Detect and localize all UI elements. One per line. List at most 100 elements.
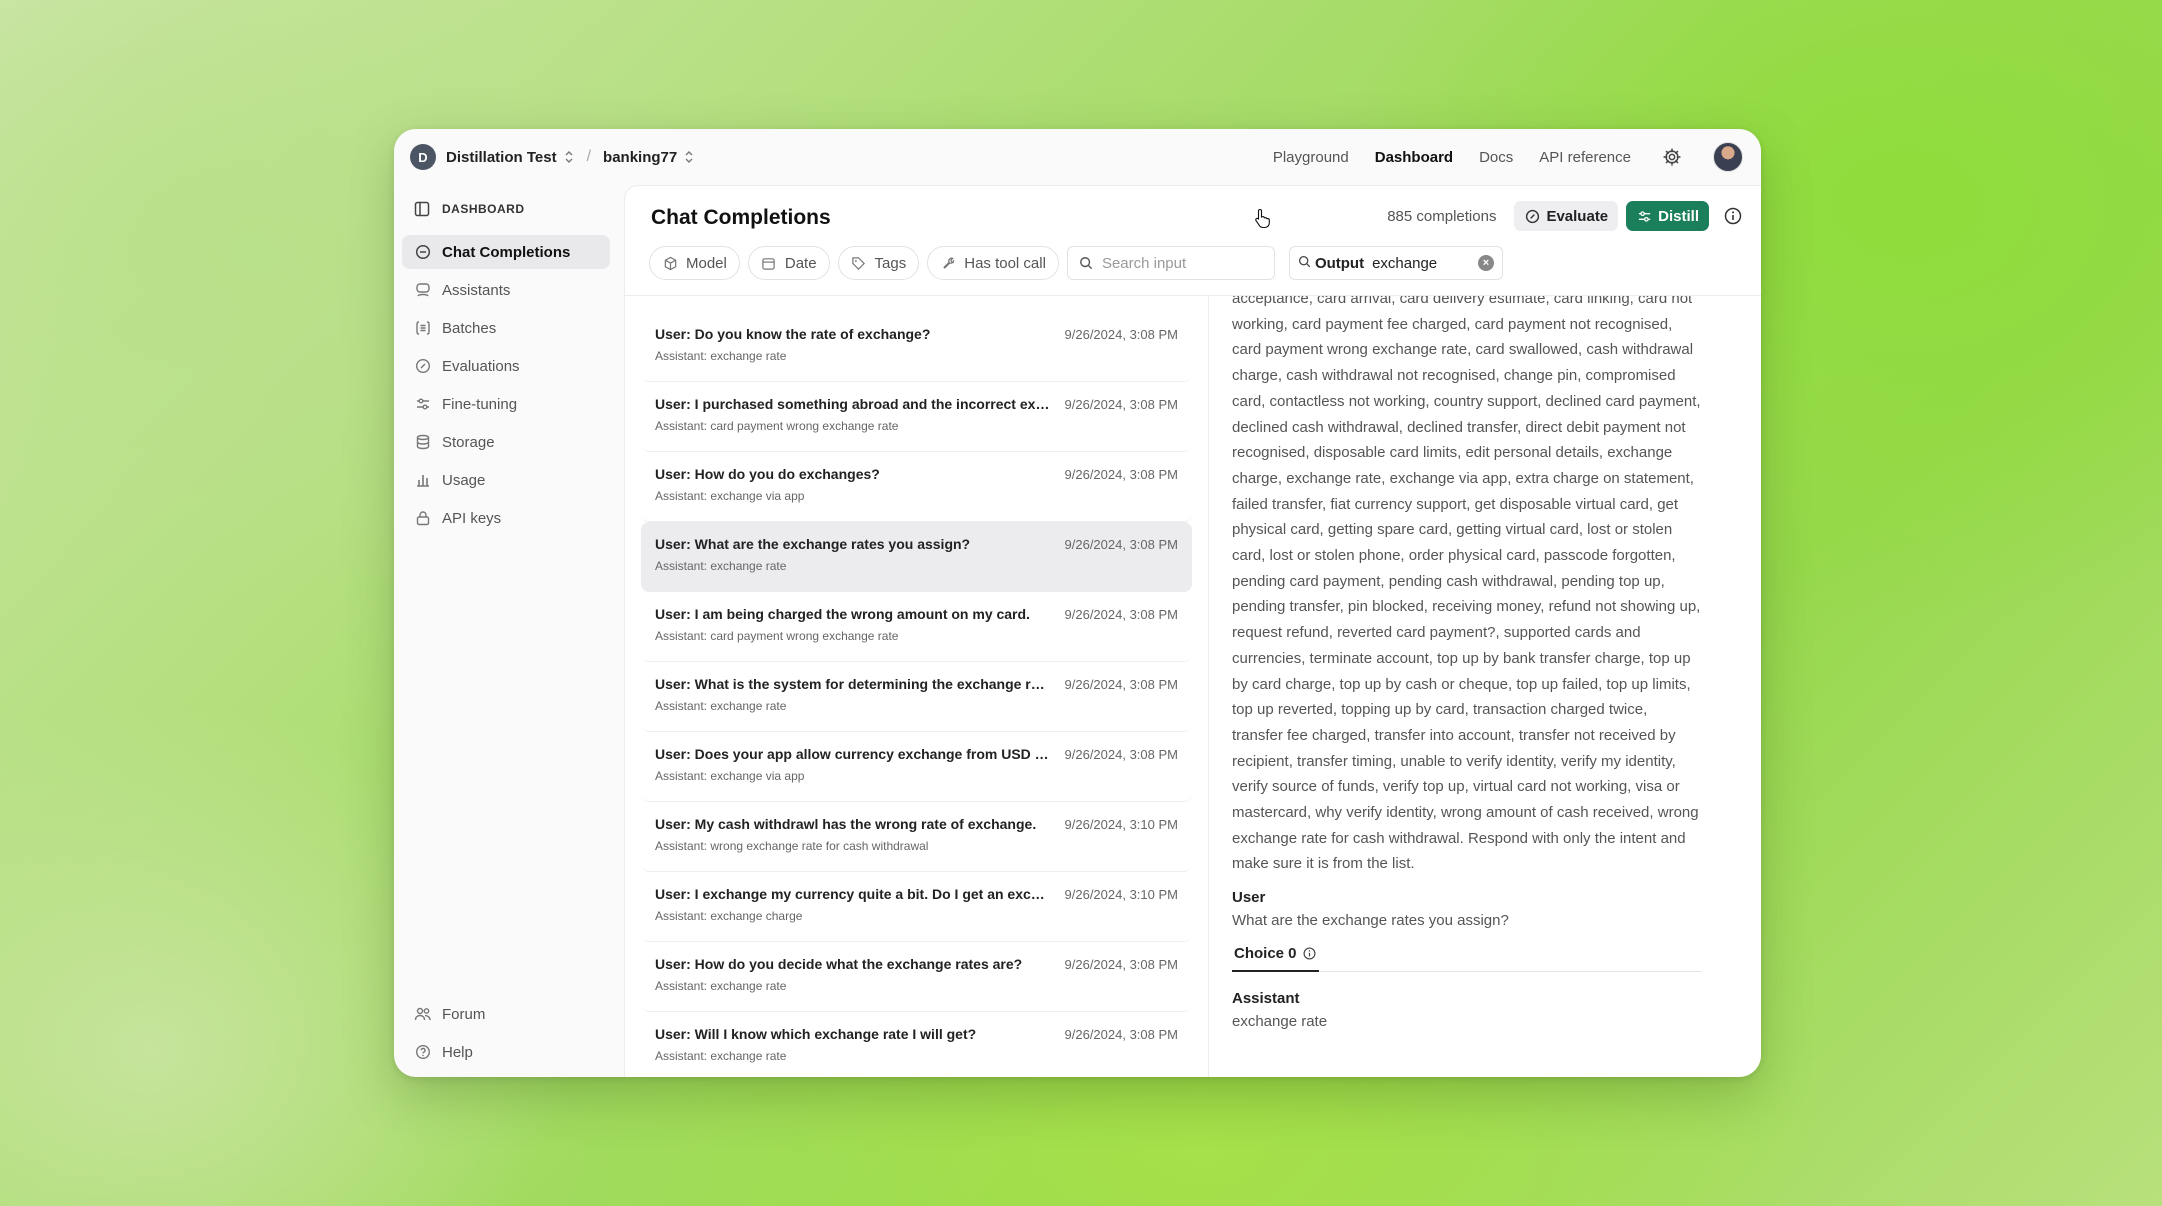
tags-filter-label: Tags [874, 254, 907, 272]
list-item[interactable]: User: How do you decide what the exchang… [641, 942, 1192, 1012]
list-item[interactable]: User: My cash withdrawl has the wrong ra… [641, 802, 1192, 872]
list-item[interactable]: User: Does your app allow currency excha… [641, 732, 1192, 802]
tab-choice-0[interactable]: Choice 0 [1232, 945, 1319, 973]
completion-detail: acceptance, card arrival, card delivery … [1232, 296, 1702, 1077]
assistant-message-preview: Assistant: exchange charge [655, 909, 803, 923]
list-item[interactable]: User: What is the system for determining… [641, 662, 1192, 732]
panel-divider [1208, 296, 1209, 1077]
sidebar-item-batches[interactable]: Batches [402, 311, 610, 345]
choice-tab-label: Choice 0 [1234, 945, 1297, 963]
timestamp: 9/26/2024, 3:10 PM [1064, 887, 1178, 902]
nav-api-reference[interactable]: API reference [1539, 149, 1631, 166]
app-window: D Distillation Test / banking77 Playgrou… [394, 129, 1761, 1077]
output-filter-input[interactable]: Output exchange × [1288, 246, 1503, 280]
output-filter-label: Output [1314, 254, 1365, 272]
user-message-preview: User: How do you do exchanges? [655, 466, 880, 482]
model-filter[interactable]: Model [649, 246, 740, 280]
list-item[interactable]: User: How do you do exchanges? Assistant… [641, 452, 1192, 522]
sidebar-item-help[interactable]: Help [402, 1035, 610, 1069]
top-bar: D Distillation Test / banking77 Playgrou… [394, 129, 1761, 185]
user-message-preview: User: How do you decide what the exchang… [655, 956, 1023, 972]
sidebar-item-label: Storage [442, 433, 495, 451]
user-message-preview: User: I am being charged the wrong amoun… [655, 606, 1030, 622]
distill-button[interactable]: Distill [1626, 201, 1709, 231]
date-filter[interactable]: Date [747, 246, 830, 280]
sidebar-item-storage[interactable]: Storage [402, 425, 610, 459]
info-icon[interactable] [1303, 947, 1317, 961]
sidebar-item-label: Chat Completions [442, 243, 571, 261]
nav-dashboard[interactable]: Dashboard [1375, 149, 1453, 166]
sidebar-header[interactable]: DASHBOARD [402, 187, 610, 231]
sidebar-item-forum[interactable]: Forum [402, 997, 610, 1031]
chat-icon [414, 243, 432, 261]
timestamp: 9/26/2024, 3:08 PM [1064, 397, 1178, 412]
assistant-message-preview: Assistant: exchange rate [655, 559, 787, 573]
project-switcher[interactable]: banking77 [603, 149, 677, 166]
list-item[interactable]: User: I exchange my currency quite a bit… [641, 872, 1192, 942]
user-message-preview: User: Do you know the rate of exchange? [655, 326, 931, 342]
clear-icon[interactable]: × [1477, 255, 1494, 271]
fine-tuning-icon [414, 395, 432, 413]
storage-icon [414, 433, 432, 451]
sidebar-item-chat-completions[interactable]: Chat Completions [402, 235, 610, 269]
user-avatar[interactable] [1713, 142, 1743, 172]
org-avatar[interactable]: D [410, 144, 436, 170]
list-item[interactable]: User: Do you know the rate of exchange? … [641, 312, 1192, 382]
list-item[interactable]: User: I purchased something abroad and t… [641, 382, 1192, 452]
user-message-preview: User: Will I know which exchange rate I … [655, 1026, 977, 1042]
timestamp: 9/26/2024, 3:08 PM [1064, 607, 1178, 622]
chevron-up-down-icon[interactable] [565, 151, 573, 163]
evaluate-label: Evaluate [1546, 207, 1609, 225]
sidebar: DASHBOARD Chat Completions Assistants Ba… [394, 185, 624, 1077]
user-message-preview: User: My cash withdrawl has the wrong ra… [655, 816, 1037, 832]
timestamp: 9/26/2024, 3:08 PM [1064, 537, 1178, 552]
completions-list: User: Do you know the rate of exchange? … [641, 312, 1192, 1077]
assistant-message-preview: Assistant: exchange rate [655, 1049, 787, 1063]
top-nav: Playground Dashboard Docs API reference [1247, 142, 1743, 172]
sidebar-item-label: Forum [442, 1005, 486, 1023]
user-message-preview: User: Does your app allow currency excha… [655, 746, 1050, 762]
assistant-icon [414, 281, 432, 299]
org-switcher[interactable]: Distillation Test [446, 149, 557, 166]
timestamp: 9/26/2024, 3:08 PM [1064, 957, 1178, 972]
distill-label: Distill [1658, 207, 1699, 225]
chevron-up-down-icon[interactable] [685, 151, 693, 163]
sidebar-item-api-keys[interactable]: API keys [402, 501, 610, 535]
timestamp: 9/26/2024, 3:08 PM [1064, 1027, 1178, 1042]
main-panel: Chat Completions 885 completions Evaluat… [624, 185, 1761, 1077]
sidebar-item-assistants[interactable]: Assistants [402, 273, 610, 307]
sidebar-item-label: Batches [442, 319, 497, 337]
list-item-selected[interactable]: User: What are the exchange rates you as… [641, 522, 1192, 592]
help-icon [414, 1043, 432, 1061]
sidebar-header-label: DASHBOARD [442, 202, 525, 216]
lock-icon [414, 509, 432, 527]
user-message: What are the exchange rates you assign? [1232, 912, 1509, 930]
sidebar-item-label: Assistants [442, 281, 511, 299]
search-icon [1078, 255, 1094, 271]
sidebar-toggle-icon[interactable] [414, 201, 430, 217]
assistant-message-preview: Assistant: wrong exchange rate for cash … [655, 839, 929, 853]
search-input[interactable]: Search input [1066, 246, 1275, 280]
timestamp: 9/26/2024, 3:08 PM [1064, 467, 1178, 482]
assistant-message-preview: Assistant: exchange via app [655, 489, 805, 503]
sidebar-item-label: Help [442, 1043, 473, 1061]
wrench-icon [940, 255, 956, 271]
tool-call-filter[interactable]: Has tool call [927, 246, 1059, 280]
sidebar-item-fine-tuning[interactable]: Fine-tuning [402, 387, 610, 421]
search-icon [1298, 255, 1311, 272]
info-icon[interactable] [1723, 206, 1743, 226]
user-message-preview: User: I exchange my currency quite a bit… [655, 886, 1050, 902]
nav-docs[interactable]: Docs [1479, 149, 1513, 166]
evaluate-button[interactable]: Evaluate [1514, 201, 1619, 231]
sidebar-footer: Forum Help [402, 993, 610, 1069]
sidebar-item-usage[interactable]: Usage [402, 463, 610, 497]
timestamp: 9/26/2024, 3:08 PM [1064, 327, 1178, 342]
gear-icon[interactable] [1661, 146, 1683, 168]
breadcrumb-separator: / [586, 148, 592, 165]
tags-filter[interactable]: Tags [837, 246, 920, 280]
sidebar-item-evaluations[interactable]: Evaluations [402, 349, 610, 383]
nav-playground[interactable]: Playground [1273, 149, 1349, 166]
output-filter-value[interactable]: exchange [1372, 255, 1437, 272]
list-item[interactable]: User: I am being charged the wrong amoun… [641, 592, 1192, 662]
list-item[interactable]: User: Will I know which exchange rate I … [641, 1012, 1192, 1077]
